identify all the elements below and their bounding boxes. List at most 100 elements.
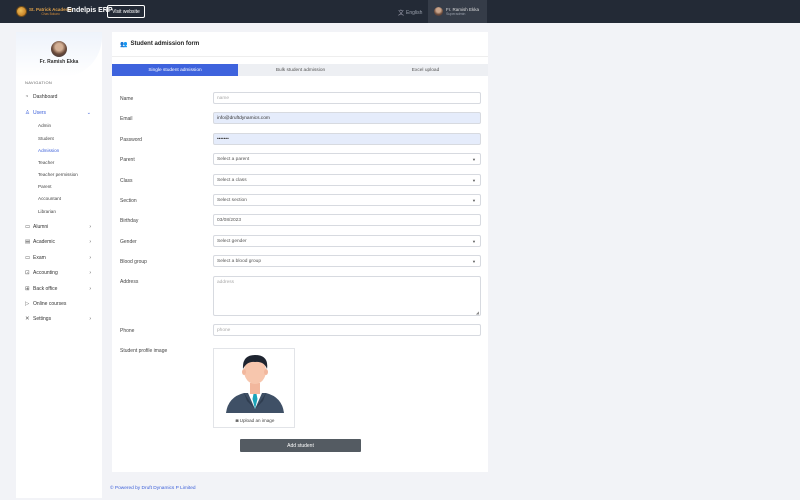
add-student-button[interactable]: Add student bbox=[240, 439, 361, 452]
admission-tabs: Single student admission Bulk student ad… bbox=[112, 64, 488, 76]
sidebar-item-label: Exam bbox=[33, 255, 46, 261]
name-input[interactable]: name bbox=[213, 92, 481, 104]
user-plus-icon: 👥 bbox=[120, 41, 128, 48]
sidebar-subitem-student[interactable]: Student bbox=[38, 136, 54, 141]
gender-label: Gender bbox=[120, 239, 137, 245]
top-bar: St. Patrick Academy Chas Bokaro Endelpis… bbox=[0, 0, 800, 23]
admission-form-card: 👥 Student admission form Single student … bbox=[112, 32, 488, 472]
sidebar-item-dashboard[interactable]: ◔ Dashboard bbox=[25, 92, 101, 102]
sidebar-subitem-admin[interactable]: Admin bbox=[38, 123, 51, 128]
visit-website-button[interactable]: Visit website bbox=[107, 5, 145, 18]
sidebar-item-label: Settings bbox=[33, 316, 52, 322]
footer-credit[interactable]: © Powered by Druft Dynamics P Limited bbox=[110, 486, 196, 491]
chevron-right-icon: › bbox=[89, 255, 91, 261]
sidebar-subitem-admission[interactable]: Admission bbox=[38, 148, 59, 153]
sidebar-item-label: Academic bbox=[33, 239, 55, 245]
sidebar-user-name: Fr. Ramish Ekka bbox=[39, 59, 79, 65]
chevron-right-icon: › bbox=[89, 224, 91, 230]
user-name: Fr. Ramish Ekka bbox=[446, 6, 480, 12]
email-label: Email bbox=[120, 116, 133, 122]
resize-handle-icon[interactable]: ◢ bbox=[476, 310, 479, 315]
sidebar-item-label: Users bbox=[33, 110, 47, 116]
sidebar-item-label: Back office bbox=[33, 286, 58, 292]
page-title: Student admission form bbox=[130, 41, 200, 47]
address-label: Address bbox=[120, 279, 139, 285]
profile-image-label: Student profile image bbox=[120, 348, 168, 354]
tab-single-student-admission[interactable]: Single student admission bbox=[112, 64, 238, 76]
avatar bbox=[434, 7, 443, 16]
gender-select-value: Select gender bbox=[217, 238, 247, 244]
sidebar-item-label: Alumni bbox=[33, 224, 49, 230]
exam-icon: ▭ bbox=[25, 255, 31, 261]
sidebar-item-accounting[interactable]: ⊡ Accounting › bbox=[25, 268, 101, 278]
class-select[interactable]: Select a class ▼ bbox=[213, 174, 481, 186]
translate-icon: 文 bbox=[398, 11, 405, 17]
password-label: Password bbox=[120, 137, 142, 143]
sidebar-subitem-teacher[interactable]: Teacher bbox=[38, 160, 54, 165]
email-input[interactable]: info@druftdynamics.com bbox=[213, 112, 481, 124]
upload-image-button[interactable]: ◙ Upload an image bbox=[214, 418, 296, 423]
caret-down-icon: ▼ bbox=[472, 258, 476, 264]
phone-label: Phone bbox=[120, 328, 135, 334]
upload-image-label: Upload an image bbox=[239, 418, 275, 423]
sidebar-item-alumni[interactable]: ▭ Alumni › bbox=[25, 222, 101, 232]
section-label: Section bbox=[120, 198, 137, 204]
sidebar-subitem-teacher-permission[interactable]: Teacher permission bbox=[38, 172, 78, 177]
sidebar-item-back-office[interactable]: ⊞ Back office › bbox=[25, 284, 101, 294]
section-select[interactable]: Select section ▼ bbox=[213, 194, 481, 206]
accounting-icon: ⊡ bbox=[25, 270, 30, 276]
password-input[interactable]: ••••••• bbox=[213, 133, 481, 145]
caret-down-icon: ▼ bbox=[472, 197, 476, 203]
sidebar-item-online-courses[interactable]: ▷ Online courses bbox=[25, 299, 101, 309]
sidebar-subitem-librarian[interactable]: Librarian bbox=[38, 209, 56, 214]
logo-emblem-icon bbox=[16, 6, 27, 17]
tab-excel-upload[interactable]: Excel upload bbox=[363, 64, 488, 76]
default-avatar-icon bbox=[226, 355, 284, 413]
chevron-down-icon: ⌄ bbox=[86, 110, 91, 116]
sidebar-subitem-parent[interactable]: Parent bbox=[38, 184, 52, 189]
school-logo[interactable]: St. Patrick Academy Chas Bokaro bbox=[16, 6, 72, 17]
sidebar-subitem-accountant[interactable]: Accountant bbox=[38, 196, 61, 201]
nav-heading: NAVIGATION bbox=[25, 80, 53, 85]
gender-select[interactable]: Select gender ▼ bbox=[213, 235, 481, 247]
chevron-right-icon: › bbox=[89, 286, 91, 292]
user-menu[interactable]: Fr. Ramish Ekka Superadmin bbox=[428, 0, 487, 23]
birthday-input[interactable]: 03/08/2023 bbox=[213, 214, 481, 226]
sidebar-avatar[interactable] bbox=[51, 41, 67, 57]
user-icon: ♙ bbox=[25, 110, 30, 116]
caret-down-icon: ▼ bbox=[472, 156, 476, 162]
caret-down-icon: ▼ bbox=[472, 238, 476, 244]
user-role: Superadmin bbox=[446, 11, 466, 16]
blood-group-label: Blood group bbox=[120, 259, 147, 265]
card-header: 👥 Student admission form bbox=[112, 32, 488, 57]
sidebar: Fr. Ramish Ekka NAVIGATION ◔ Dashboard ♙… bbox=[16, 32, 102, 498]
tab-bulk-student-admission[interactable]: Bulk student admission bbox=[238, 64, 363, 76]
parent-label: Parent bbox=[120, 157, 135, 163]
name-label: Name bbox=[120, 96, 134, 102]
parent-select-value: Select a parent bbox=[217, 156, 250, 162]
language-label: English bbox=[406, 9, 423, 16]
profile-image-dropzone[interactable]: ◙ Upload an image bbox=[213, 348, 295, 428]
class-label: Class bbox=[120, 178, 133, 184]
blood-group-select[interactable]: Select a blood group ▼ bbox=[213, 255, 481, 267]
sidebar-item-settings[interactable]: ✕ Settings › bbox=[25, 314, 101, 324]
tools-icon: ✕ bbox=[25, 316, 30, 322]
address-textarea[interactable]: address ◢ bbox=[213, 276, 481, 316]
play-icon: ▷ bbox=[25, 301, 30, 307]
parent-select[interactable]: Select a parent ▼ bbox=[213, 153, 481, 165]
language-selector[interactable]: 文 English bbox=[398, 8, 423, 18]
birthday-label: Birthday bbox=[120, 218, 139, 224]
phone-input[interactable]: phone bbox=[213, 324, 481, 336]
chevron-right-icon: › bbox=[89, 316, 91, 322]
chevron-right-icon: › bbox=[89, 270, 91, 276]
chevron-right-icon: › bbox=[89, 239, 91, 245]
sidebar-item-exam[interactable]: ▭ Exam › bbox=[25, 253, 101, 263]
sidebar-item-academic[interactable]: ▤ Academic › bbox=[25, 237, 101, 247]
office-icon: ⊞ bbox=[25, 286, 30, 292]
dashboard-icon: ◔ bbox=[25, 94, 29, 100]
logo-line-1: St. Patrick Academy bbox=[29, 6, 73, 12]
sidebar-item-users[interactable]: ♙ Users ⌄ bbox=[25, 108, 101, 118]
academic-icon: ▤ bbox=[25, 239, 31, 245]
sidebar-item-label: Dashboard bbox=[33, 94, 58, 100]
section-select-value: Select section bbox=[217, 197, 247, 203]
